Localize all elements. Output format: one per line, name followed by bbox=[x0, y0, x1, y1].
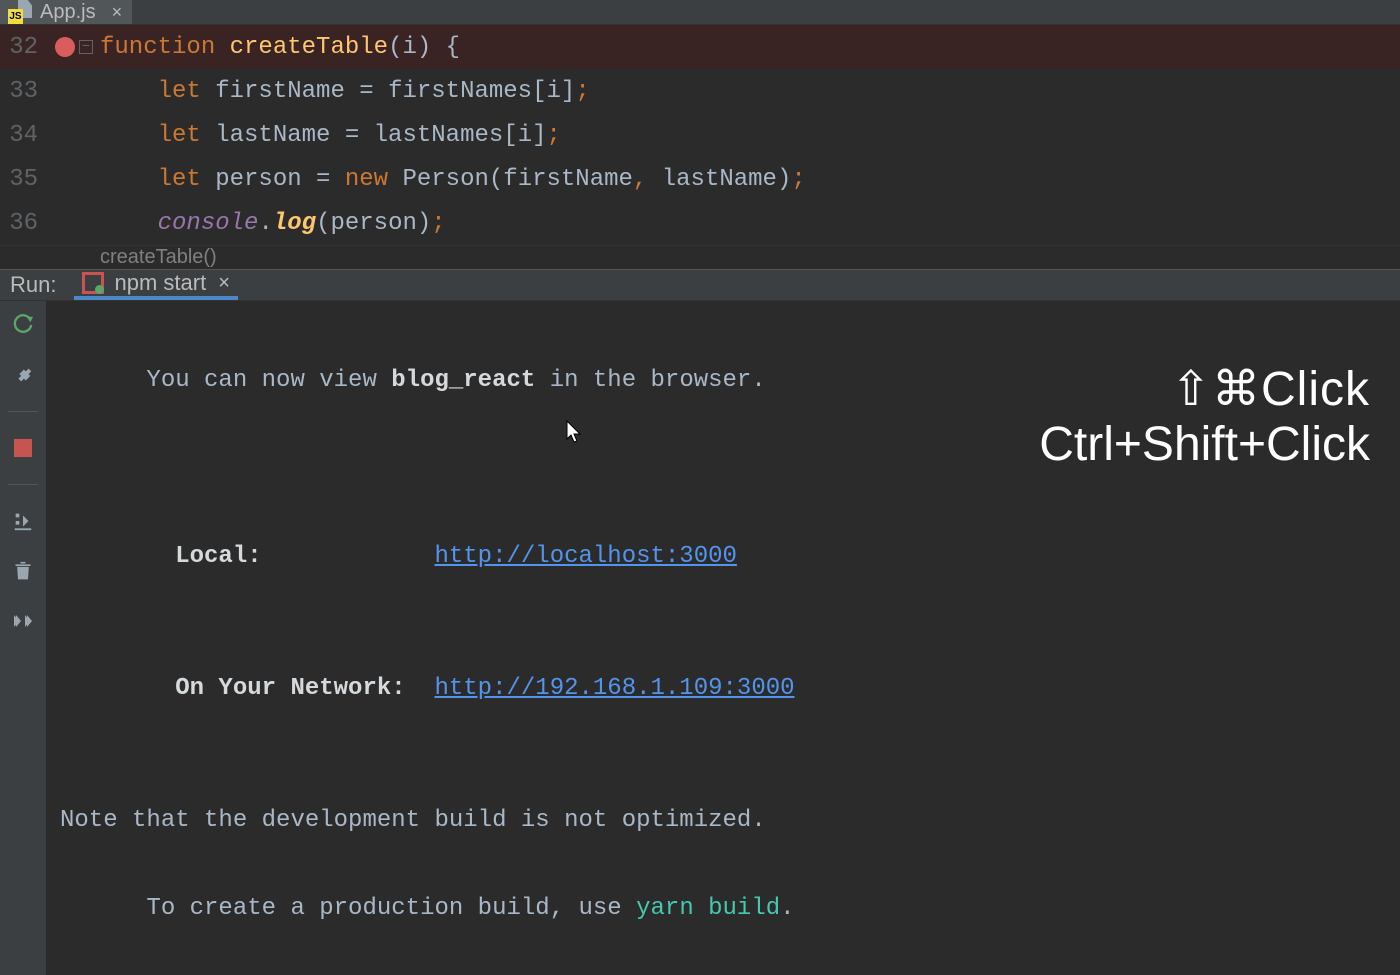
code-line[interactable]: 35 let person = new Person(firstName, la… bbox=[0, 157, 1400, 201]
code-editor[interactable]: 32 −function createTable(i) { 33 let first… bbox=[0, 25, 1400, 245]
code-text[interactable]: let lastName = lastNames[i]; bbox=[100, 122, 561, 149]
close-tab-icon[interactable]: × bbox=[112, 2, 123, 23]
console-yarn-cmd: yarn build bbox=[636, 895, 780, 922]
breadcrumb-text: createTable() bbox=[100, 246, 217, 269]
code-line[interactable]: 34 let lastName = lastNames[i]; bbox=[0, 113, 1400, 157]
run-tab-label: npm start bbox=[114, 270, 206, 296]
editor-tab-bar: JS App.js × bbox=[0, 0, 1400, 25]
console-note: Note that the development build is not o… bbox=[60, 799, 1400, 843]
local-url-link[interactable]: http://localhost:3000 bbox=[434, 543, 736, 570]
code-text[interactable]: function createTable(i) { bbox=[100, 34, 460, 61]
file-tab-label: App.js bbox=[40, 1, 96, 24]
javascript-file-icon: JS bbox=[8, 0, 32, 24]
code-text[interactable]: let person = new Person(firstName, lastN… bbox=[100, 166, 806, 193]
line-number[interactable]: 34 bbox=[0, 122, 48, 149]
console-text: in the browser. bbox=[535, 367, 765, 394]
shortcut-mac: ⇧⌘Click bbox=[1039, 361, 1370, 417]
breakpoint-icon[interactable] bbox=[55, 37, 75, 57]
run-panel-label: Run: bbox=[10, 272, 56, 298]
run-panel-body: You can now view blog_react in the brows… bbox=[0, 301, 1400, 975]
rerun-button[interactable] bbox=[9, 311, 37, 339]
console-project-name: blog_react bbox=[391, 367, 535, 394]
scroll-to-end-button[interactable] bbox=[9, 507, 37, 535]
fold-icon[interactable]: − bbox=[79, 40, 93, 54]
console-text: To create a production build, use bbox=[146, 895, 636, 922]
code-text[interactable]: let firstName = firstNames[i]; bbox=[100, 78, 590, 105]
close-run-tab-icon[interactable]: × bbox=[218, 272, 230, 295]
npm-icon bbox=[82, 272, 104, 294]
shortcut-win: Ctrl+Shift+Click bbox=[1039, 417, 1370, 472]
line-number[interactable]: 33 bbox=[0, 78, 48, 105]
shortcut-overlay: ⇧⌘Click Ctrl+Shift+Click bbox=[1039, 361, 1370, 472]
console-text: You can now view bbox=[146, 367, 391, 394]
toolbar-separator bbox=[8, 411, 38, 412]
toolbar-separator bbox=[8, 484, 38, 485]
delete-button[interactable] bbox=[9, 557, 37, 585]
line-number[interactable]: 35 bbox=[0, 166, 48, 193]
run-tab-npm-start[interactable]: npm start × bbox=[74, 270, 237, 300]
line-number[interactable]: 32 bbox=[0, 34, 48, 61]
gutter[interactable]: − bbox=[48, 37, 100, 57]
console-network-label: On Your Network: bbox=[146, 675, 434, 702]
console-local-label: Local: bbox=[146, 543, 434, 570]
expand-button[interactable] bbox=[9, 607, 37, 635]
run-panel-header: Run: npm start × bbox=[0, 269, 1400, 301]
code-text[interactable]: console.log(person); bbox=[100, 210, 446, 237]
network-url-link[interactable]: http://192.168.1.109:3000 bbox=[434, 675, 794, 702]
stop-button[interactable] bbox=[9, 434, 37, 462]
run-toolbar bbox=[0, 301, 46, 975]
code-line[interactable]: 36 console.log(person); bbox=[0, 201, 1400, 245]
code-line[interactable]: 32 −function createTable(i) { bbox=[0, 25, 1400, 69]
file-tab-app-js[interactable]: JS App.js × bbox=[0, 0, 132, 24]
console-text: . bbox=[780, 895, 794, 922]
breadcrumb[interactable]: createTable() bbox=[0, 245, 1400, 269]
code-line[interactable]: 33 let firstName = firstNames[i]; bbox=[0, 69, 1400, 113]
settings-button[interactable] bbox=[9, 361, 37, 389]
line-number[interactable]: 36 bbox=[0, 210, 48, 237]
